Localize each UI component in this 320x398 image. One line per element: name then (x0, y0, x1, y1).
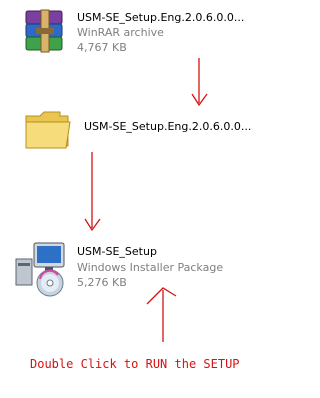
arrow-down-2 (84, 152, 101, 232)
instruction-label: Double Click to RUN the SETUP (30, 357, 240, 371)
annotation-arrows (84, 58, 208, 342)
arrow-up (146, 287, 177, 342)
arrow-down-1 (191, 58, 208, 107)
